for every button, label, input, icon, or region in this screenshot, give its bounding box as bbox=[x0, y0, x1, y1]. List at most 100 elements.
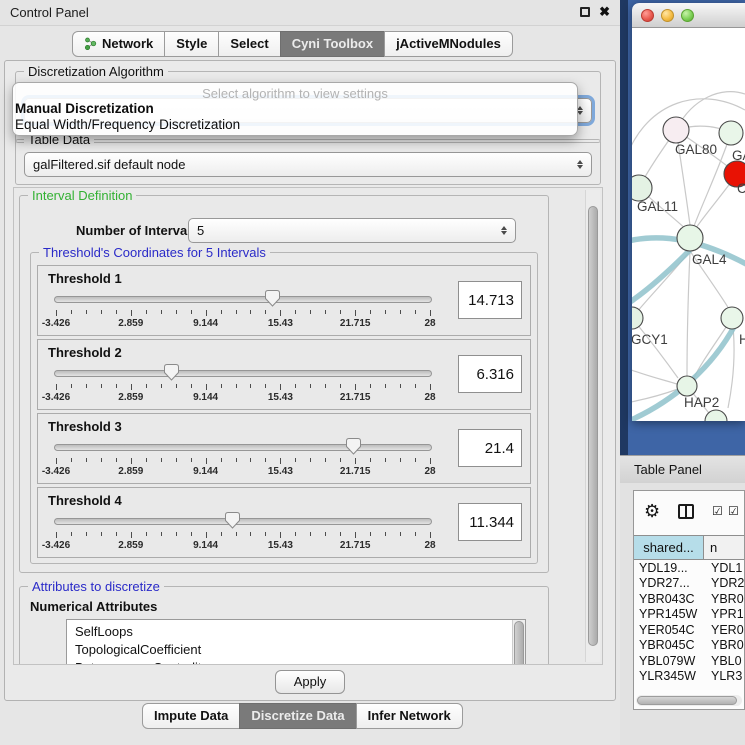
threshold-label: Threshold 2 bbox=[48, 345, 122, 360]
table-row[interactable]: YDL19...YDL1 bbox=[634, 560, 744, 576]
list-item[interactable]: SelfLoops bbox=[75, 623, 525, 641]
threshold-value-field[interactable]: 11.344 bbox=[458, 503, 522, 541]
zoom-window-icon[interactable] bbox=[681, 9, 694, 22]
settings-scrollbar-thumb[interactable] bbox=[588, 206, 598, 646]
tick-label: 15.43 bbox=[268, 318, 293, 329]
slider-tick-labels: -3.4262.8599.14415.4321.71528 bbox=[56, 466, 430, 478]
slider-track[interactable] bbox=[54, 370, 432, 377]
slider-thumb-handle[interactable] bbox=[164, 364, 179, 381]
attributes-list-scrollbar[interactable] bbox=[512, 620, 525, 665]
threshold-list: Threshold 1-3.4262.8599.14415.4321.71528… bbox=[37, 265, 531, 561]
slider-thumb-handle[interactable] bbox=[225, 512, 240, 529]
table-row[interactable]: YER054CYER0 bbox=[634, 622, 744, 638]
algorithm-popup-placeholder: Select algorithm to view settings bbox=[13, 86, 577, 101]
tick-label: 2.859 bbox=[118, 540, 143, 551]
apply-button[interactable]: Apply bbox=[275, 670, 346, 694]
tab-style[interactable]: Style bbox=[164, 31, 219, 57]
slider-thumb-handle[interactable] bbox=[346, 438, 361, 455]
cell-name: YBL0 bbox=[704, 654, 744, 668]
column-header-shared-name[interactable]: shared... bbox=[634, 536, 704, 559]
svg-text:GA: GA bbox=[732, 148, 745, 163]
slider-thumb-handle[interactable] bbox=[265, 290, 280, 307]
table-row[interactable]: YPR145WYPR1 bbox=[634, 607, 744, 623]
tab-cyni-toolbox[interactable]: Cyni Toolbox bbox=[280, 31, 385, 57]
cell-name: YBR0 bbox=[704, 592, 744, 606]
close-panel-icon[interactable]: ✖ bbox=[599, 5, 610, 19]
tab-select[interactable]: Select bbox=[218, 31, 280, 57]
checkbox-icon[interactable]: ☑ bbox=[712, 504, 723, 518]
slider-ticks bbox=[56, 531, 430, 538]
minimize-window-icon[interactable] bbox=[661, 9, 674, 22]
list-item[interactable]: BetweennessCentrality bbox=[75, 659, 525, 665]
bottom-tabs: Impute Data Discretize DataInfer Network bbox=[142, 703, 463, 729]
panel-title: Control Panel bbox=[10, 5, 89, 20]
gear-icon[interactable]: ⚙ bbox=[644, 501, 660, 522]
threshold-panel: Threshold 4-3.4262.8599.14415.4321.71528… bbox=[37, 487, 531, 558]
slider-track[interactable] bbox=[54, 296, 432, 303]
threshold-slider[interactable]: -3.4262.8599.14415.4321.71528 bbox=[54, 440, 432, 480]
threshold-slider[interactable]: -3.4262.8599.14415.4321.71528 bbox=[54, 514, 432, 554]
tick-label: -3.426 bbox=[42, 392, 70, 403]
svg-text:GCY1: GCY1 bbox=[632, 332, 668, 347]
control-panel-titlebar: Control Panel ✖ bbox=[0, 0, 620, 26]
tab-network[interactable]: Network bbox=[72, 31, 165, 57]
algorithm-option[interactable]: Manual Discretization bbox=[13, 101, 577, 117]
interval-definition-group: Interval Definition Number of Intervals … bbox=[19, 195, 549, 573]
discretization-algorithm-title: Discretization Algorithm bbox=[24, 64, 168, 79]
cell-shared-name: YBR045C bbox=[634, 638, 704, 652]
combo-arrows-icon bbox=[572, 160, 588, 169]
tab-label: Impute Data bbox=[154, 708, 228, 723]
slider-tick-labels: -3.4262.8599.14415.4321.71528 bbox=[56, 392, 430, 404]
threshold-slider[interactable]: -3.4262.8599.14415.4321.71528 bbox=[54, 292, 432, 332]
tab-infer-network[interactable]: Infer Network bbox=[356, 703, 463, 729]
split-columns-icon[interactable] bbox=[678, 504, 694, 519]
slider-ticks bbox=[56, 309, 430, 316]
network-canvas[interactable]: GAL80GAGAL11CGAL4GCY1HHAP2 bbox=[632, 28, 745, 421]
table-toolbar: ⚙ ☑ ☑ bbox=[634, 491, 744, 535]
checkbox-icon[interactable]: ☑ bbox=[728, 504, 739, 518]
interval-definition-title: Interval Definition bbox=[28, 188, 136, 203]
algorithm-option[interactable]: Equal Width/Frequency Discretization bbox=[13, 117, 577, 133]
table-row[interactable]: YBR045CYBR0 bbox=[634, 638, 744, 654]
cell-name: YLR3 bbox=[704, 669, 744, 683]
table-row[interactable]: YLR345WYLR3 bbox=[634, 669, 744, 685]
tab-label: Style bbox=[176, 36, 207, 51]
cell-name: YDL1 bbox=[704, 561, 744, 575]
table-panel-titlebar: Table Panel bbox=[620, 455, 745, 483]
svg-text:GAL4: GAL4 bbox=[692, 252, 727, 267]
table-row[interactable]: YDR27...YDR2 bbox=[634, 576, 744, 592]
tick-label: 28 bbox=[424, 466, 435, 477]
slider-track[interactable] bbox=[54, 444, 432, 451]
tick-label: 9.144 bbox=[193, 540, 218, 551]
list-item[interactable]: TopologicalCoefficient bbox=[75, 641, 525, 659]
settings-scrollbar[interactable] bbox=[585, 190, 600, 662]
table-row[interactable]: YBL079WYBL0 bbox=[634, 653, 744, 669]
threshold-label: Threshold 1 bbox=[48, 271, 122, 286]
table-data-select[interactable]: galFiltered.sif default node bbox=[24, 152, 592, 177]
threshold-slider[interactable]: -3.4262.8599.14415.4321.71528 bbox=[54, 366, 432, 406]
table-row[interactable]: YBR043CYBR0 bbox=[634, 591, 744, 607]
float-window-icon[interactable] bbox=[580, 7, 590, 17]
tick-label: 9.144 bbox=[193, 466, 218, 477]
tab-impute-data[interactable]: Impute Data bbox=[142, 703, 240, 729]
algorithm-dropdown-popup: Select algorithm to view settings Manual… bbox=[12, 82, 578, 136]
tab-jactivemnodules[interactable]: jActiveMNodules bbox=[384, 31, 513, 57]
threshold-value-field[interactable]: 14.713 bbox=[458, 281, 522, 319]
slider-track[interactable] bbox=[54, 518, 432, 525]
cell-shared-name: YPR145W bbox=[634, 607, 704, 621]
desktop-area: GAL80GAGAL11CGAL4GCY1HHAP2 Table Panel ⚙… bbox=[620, 0, 745, 745]
number-of-intervals-select[interactable]: 5 bbox=[188, 218, 516, 243]
network-window-titlebar[interactable] bbox=[632, 3, 745, 28]
tick-label: 2.859 bbox=[118, 392, 143, 403]
threshold-value-field[interactable]: 21.4 bbox=[458, 429, 522, 467]
table-hscrollbar[interactable] bbox=[636, 695, 742, 706]
tab-discretize-data[interactable]: Discretize Data bbox=[239, 703, 356, 729]
table-hscrollbar-thumb[interactable] bbox=[637, 696, 737, 705]
column-header-name[interactable]: n bbox=[704, 536, 744, 559]
panel-tabs: Network Style SelectCyni ToolboxjActiveMNo… bbox=[72, 31, 513, 57]
threshold-value-field[interactable]: 6.316 bbox=[458, 355, 522, 393]
close-window-icon[interactable] bbox=[641, 9, 654, 22]
tick-label: 9.144 bbox=[193, 392, 218, 403]
numerical-attributes-list[interactable]: SelfLoopsTopologicalCoefficientBetweenne… bbox=[66, 619, 526, 665]
tick-label: 21.715 bbox=[340, 540, 371, 551]
